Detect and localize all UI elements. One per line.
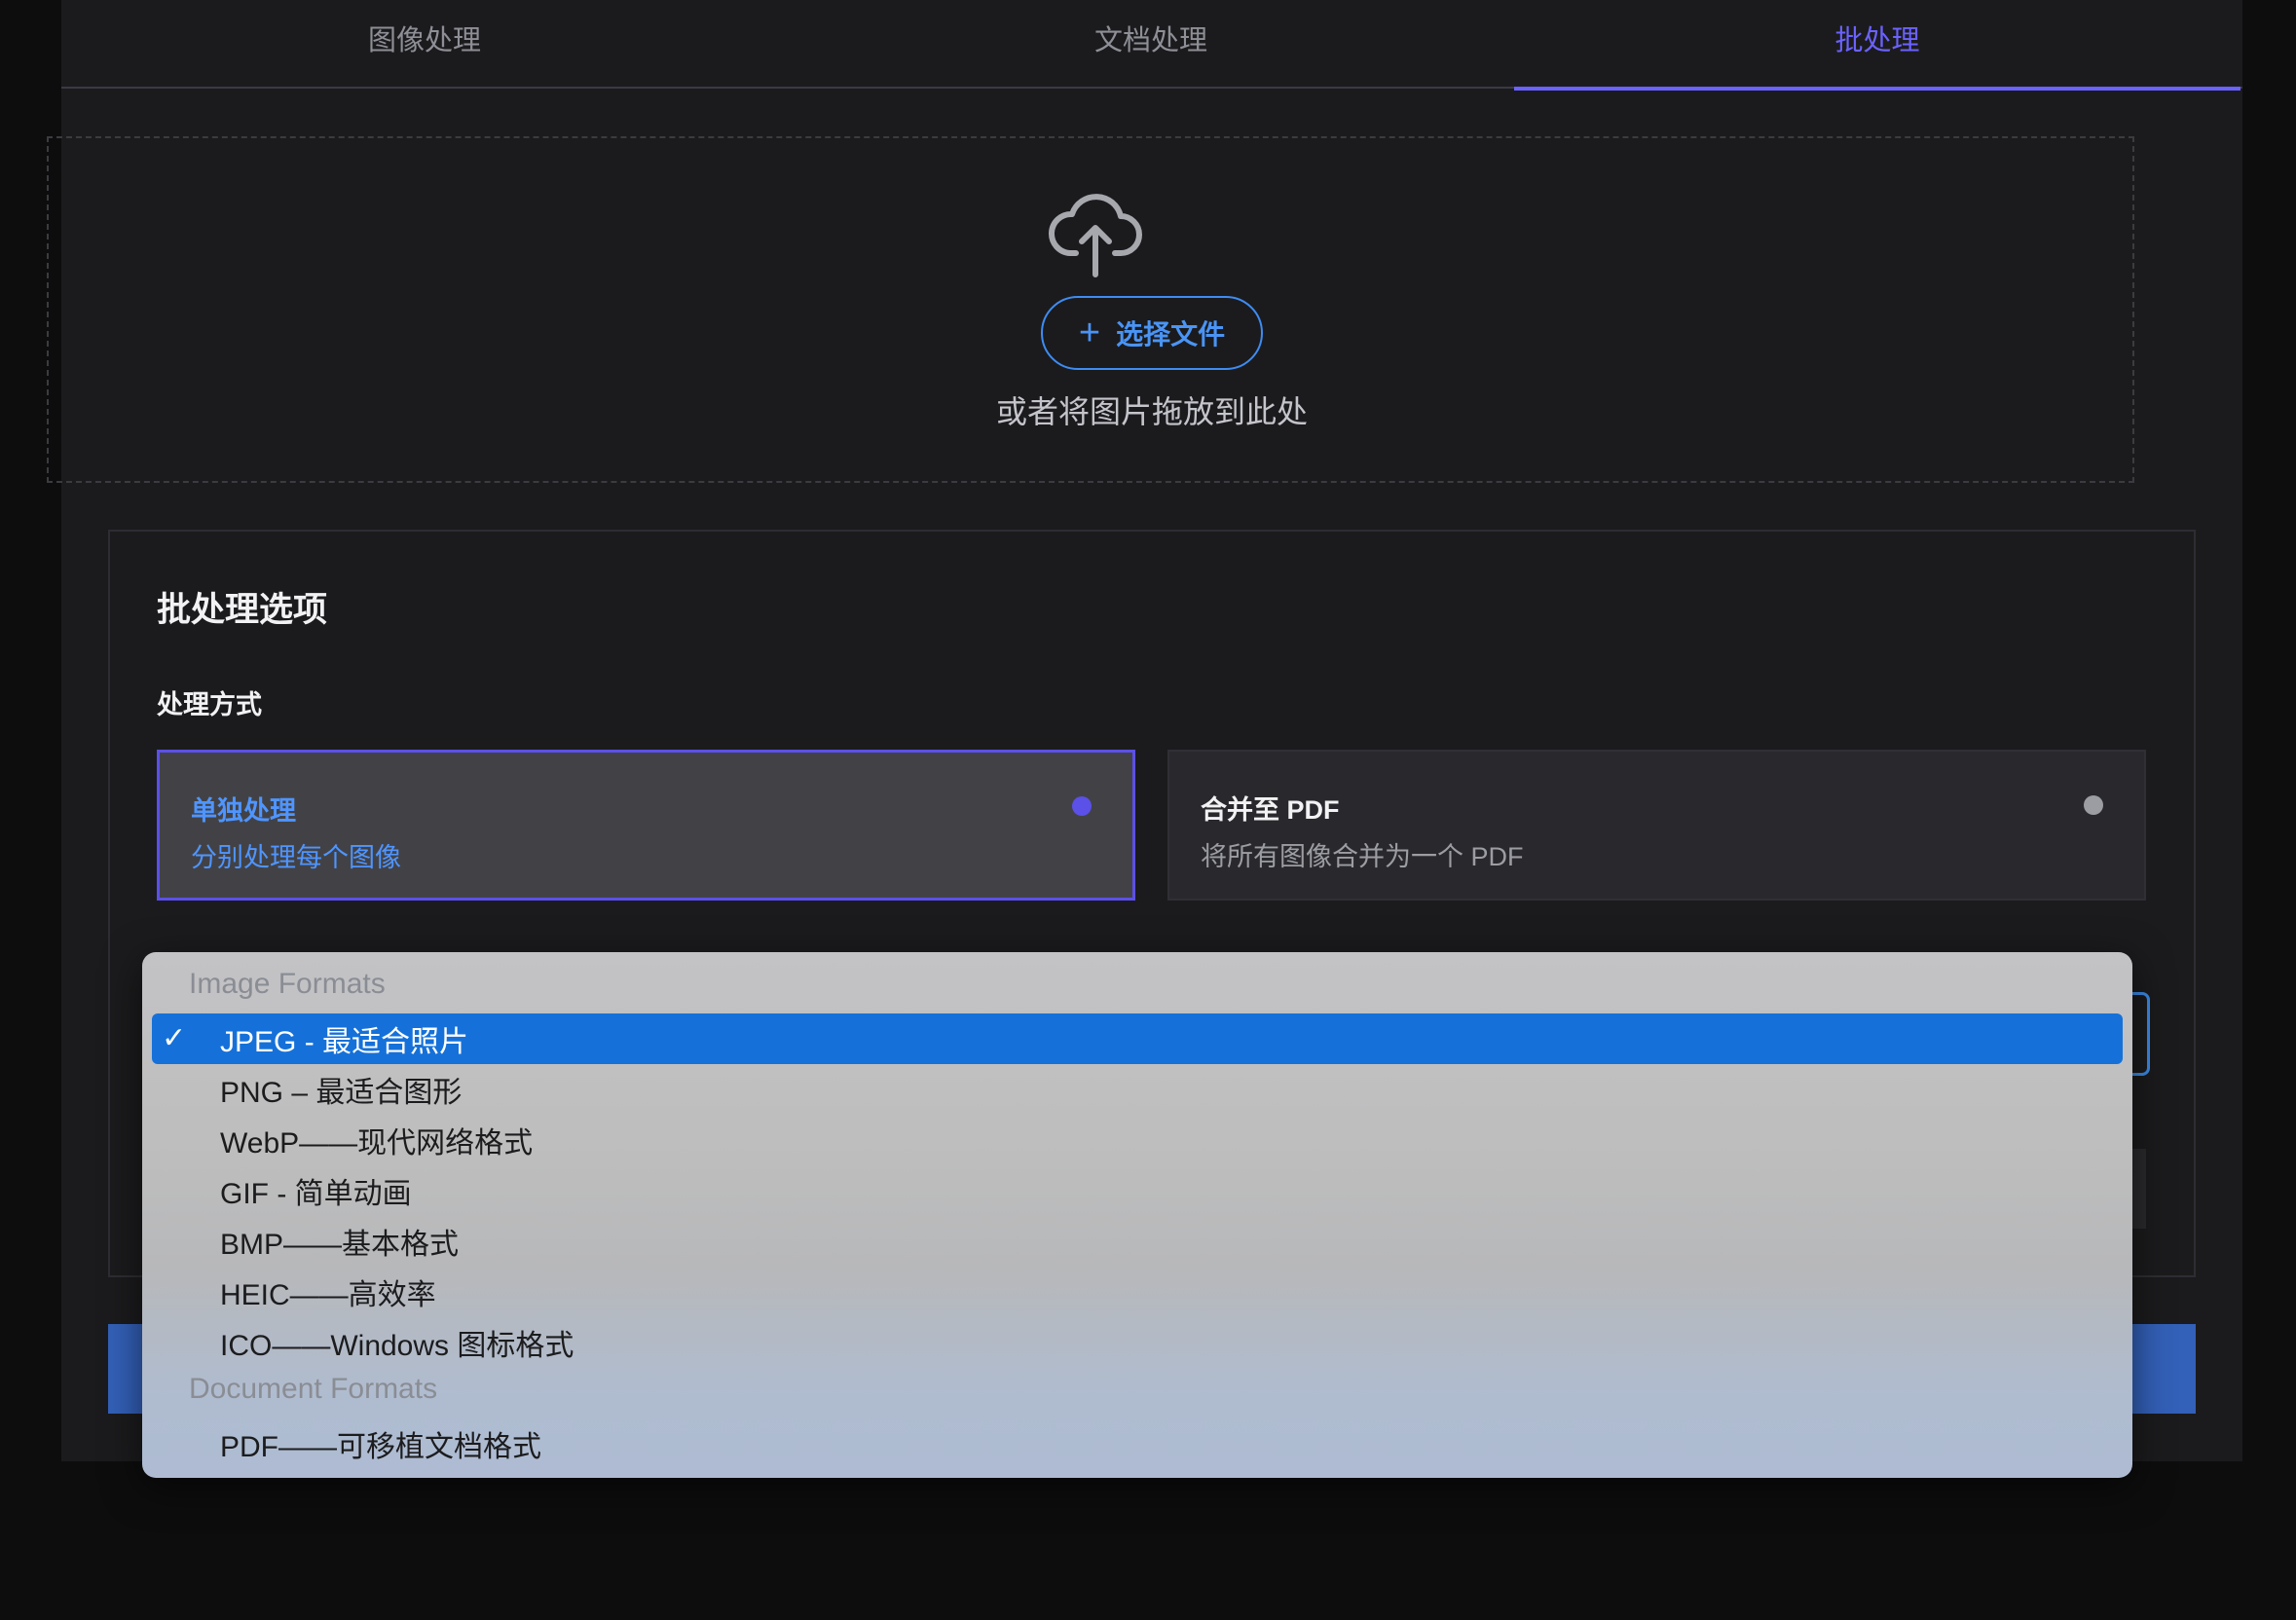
option-webp[interactable]: WebP——现代网络格式 xyxy=(152,1115,2123,1165)
option-label: HEIC——高效率 xyxy=(220,1279,436,1311)
option-heic[interactable]: HEIC——高效率 xyxy=(152,1267,2123,1317)
option-jpeg[interactable]: ✓ JPEG - 最适合照片 xyxy=(152,1013,2123,1064)
option-label: PNG – 最适合图形 xyxy=(220,1077,463,1109)
option-label: PDF——可移植文档格式 xyxy=(220,1431,541,1463)
format-dropdown-menu: Image Formats ✓ JPEG - 最适合照片 PNG – 最适合图形… xyxy=(142,952,2132,1478)
method-individual-option[interactable]: 单独处理 分别处理每个图像 xyxy=(157,750,1135,901)
tab-document-processing[interactable]: 文档处理 xyxy=(788,0,1514,89)
plus-icon: + xyxy=(1078,313,1101,353)
processing-method-label: 处理方式 xyxy=(157,690,262,719)
option-label: ICO——Windows 图标格式 xyxy=(220,1330,574,1362)
drop-hint: 或者将图片拖放到此处 xyxy=(995,394,1308,429)
option-label: GIF - 简单动画 xyxy=(220,1178,412,1210)
tab-image-processing[interactable]: 图像处理 xyxy=(61,0,788,89)
option-ico[interactable]: ICO——Windows 图标格式 xyxy=(152,1317,2123,1368)
method-name: 单独处理 xyxy=(191,796,296,826)
radio-dot-icon xyxy=(2084,795,2103,815)
group-label-document-formats: Document Formats xyxy=(189,1373,438,1405)
tab-bar: 图像处理 文档处理 批处理 xyxy=(61,0,2242,91)
option-bmp[interactable]: BMP——基本格式 xyxy=(152,1216,2123,1267)
select-file-button[interactable]: + 选择文件 xyxy=(1041,296,1263,370)
batch-options-title: 批处理选项 xyxy=(157,591,328,629)
option-pdf[interactable]: PDF——可移植文档格式 xyxy=(152,1418,2123,1469)
app-window: 图像处理 文档处理 批处理 + 选择文件 或者将图片拖放到此处 批处理选项 处理… xyxy=(0,0,2296,1620)
option-label: JPEG - 最适合照片 xyxy=(220,1026,469,1058)
option-label: BMP——基本格式 xyxy=(220,1229,460,1261)
checkmark-icon: ✓ xyxy=(162,1022,187,1054)
option-gif[interactable]: GIF - 简单动画 xyxy=(152,1165,2123,1216)
method-description: 分别处理每个图像 xyxy=(191,843,401,872)
option-png[interactable]: PNG – 最适合图形 xyxy=(152,1064,2123,1115)
cloud-upload-icon xyxy=(1048,194,1142,277)
tab-batch-processing[interactable]: 批处理 xyxy=(1514,0,2240,91)
select-file-label: 选择文件 xyxy=(1116,319,1226,350)
method-name: 合并至 PDF xyxy=(1201,795,1340,825)
group-label-image-formats: Image Formats xyxy=(189,968,386,1000)
method-merge-pdf-option[interactable]: 合并至 PDF 将所有图像合并为一个 PDF xyxy=(1167,750,2146,901)
option-label: WebP——现代网络格式 xyxy=(220,1127,534,1160)
radio-dot-icon xyxy=(1072,796,1092,816)
method-description: 将所有图像合并为一个 PDF xyxy=(1201,842,1524,871)
